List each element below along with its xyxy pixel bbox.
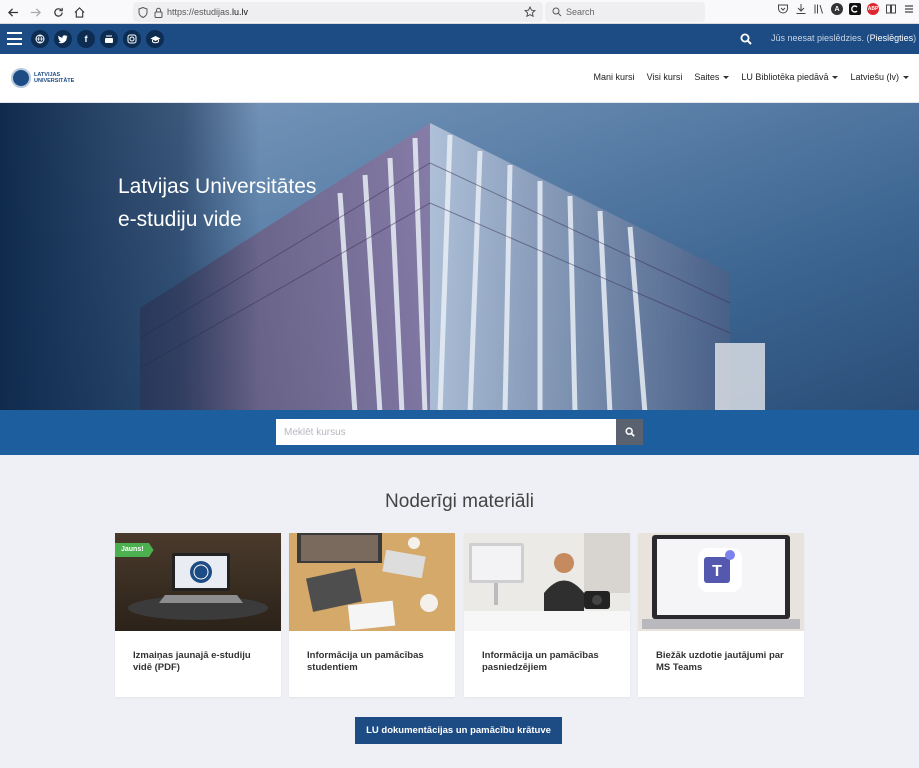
new-badge: Jauns! (115, 543, 154, 557)
card-caption: Informācija un pamācības pasniedzējiem (482, 650, 599, 673)
logo-seal-icon (11, 68, 31, 88)
chevron-down-icon (832, 75, 839, 79)
nav-item-my-courses[interactable]: Mani kursi (594, 72, 635, 82)
browser-search-placeholder: Search (566, 7, 595, 17)
material-card[interactable]: Informācija un pamācības pasniedzējiem (464, 533, 630, 697)
material-card[interactable]: Informācija un pamācības studentiem (289, 533, 455, 697)
browser-toolbar: https://estudijas.lu.lv Search A ABP (0, 0, 919, 24)
course-search-input[interactable] (276, 419, 616, 445)
pocket-icon[interactable] (777, 3, 789, 15)
material-card[interactable]: Jauns! Izmaiņas jaunajā e-studiju vidē (… (115, 533, 281, 697)
lock-icon (154, 7, 163, 18)
material-card[interactable]: T Biežāk uzdotie jautājumi par MS Teams (638, 533, 804, 697)
shield-icon (138, 6, 148, 18)
card-caption: Biežāk uzdotie jautājumi par MS Teams (656, 650, 784, 673)
chevron-down-icon (903, 75, 909, 79)
laptop-photo: Jauns! (115, 533, 281, 631)
course-search-button[interactable] (616, 419, 643, 445)
login-link[interactable]: Pieslēgties (870, 33, 914, 43)
url-text: https://estudijas.lu.lv (167, 7, 249, 17)
login-status: Jūs neesat pieslēdzies. (Pieslēgties) (771, 33, 917, 43)
university-logo[interactable]: LATVIJAS UNIVERSITĀTE (11, 68, 74, 88)
nav-item-links[interactable]: Saites (694, 72, 730, 82)
nav-item-all-courses[interactable]: Visi kursi (647, 72, 683, 82)
hero-banner: Latvijas Universitātes e-studiju vide (0, 103, 919, 410)
nav-menu: Mani kursi Visi kursi Saites LU Bibliotē… (594, 72, 909, 82)
hamburger-menu-icon[interactable] (7, 32, 22, 45)
hero-title: Latvijas Universitātes e-studiju vide (118, 175, 317, 231)
ms-teams-laptop-photo: T (638, 533, 804, 631)
home-icon[interactable] (68, 1, 90, 23)
instagram-icon[interactable] (123, 30, 141, 48)
nav-item-language[interactable]: Latviešu (lv) (850, 72, 909, 82)
main-navbar: LATVIJAS UNIVERSITĀTE Mani kursi Visi ku… (0, 54, 919, 103)
browser-menu-icon[interactable] (903, 3, 915, 15)
nav-item-library[interactable]: LU Bibliotēka piedāvā (741, 72, 839, 82)
browser-toolbar-icons: A ABP (777, 3, 915, 15)
bookmark-star-icon[interactable] (524, 6, 536, 18)
card-caption: Informācija un pamācības studentiem (307, 650, 424, 673)
materials-title: Noderīgi materiāli (385, 491, 534, 512)
students-desk-photo (289, 533, 455, 631)
browser-search-bar[interactable]: Search (545, 2, 705, 22)
extension-a-icon[interactable]: A (831, 3, 843, 15)
social-links: f (31, 30, 164, 48)
svg-text:T: T (712, 563, 722, 580)
download-icon[interactable] (795, 3, 807, 15)
forward-icon[interactable] (24, 1, 46, 23)
globe-icon[interactable] (31, 30, 49, 48)
card-caption: Izmaiņas jaunajā e-studiju vidē (PDF) (133, 650, 251, 673)
extension-dark-icon[interactable] (849, 3, 861, 15)
library-icon[interactable] (813, 3, 825, 15)
documentation-repository-button[interactable]: LU dokumentācijas un pamācību krātuve (355, 717, 562, 744)
youtube-icon[interactable] (100, 30, 118, 48)
search-icon (552, 7, 562, 17)
reader-icon[interactable] (885, 3, 897, 15)
facebook-icon[interactable]: f (77, 30, 95, 48)
chevron-down-icon (723, 75, 730, 79)
course-search-band (0, 410, 919, 455)
reload-icon[interactable] (47, 1, 69, 23)
back-icon[interactable] (2, 1, 24, 23)
logo-text: LATVIJAS UNIVERSITĀTE (34, 72, 75, 84)
teacher-photo (464, 533, 630, 631)
search-icon[interactable] (740, 32, 752, 50)
address-bar[interactable]: https://estudijas.lu.lv (133, 2, 543, 22)
twitter-icon[interactable] (54, 30, 72, 48)
graduation-cap-icon[interactable] (146, 30, 164, 48)
search-icon (624, 427, 635, 437)
adblock-icon[interactable]: ABP (867, 3, 879, 15)
site-topbar: f Jūs neesat pieslēdzies. (Pieslēgties) (0, 24, 919, 54)
